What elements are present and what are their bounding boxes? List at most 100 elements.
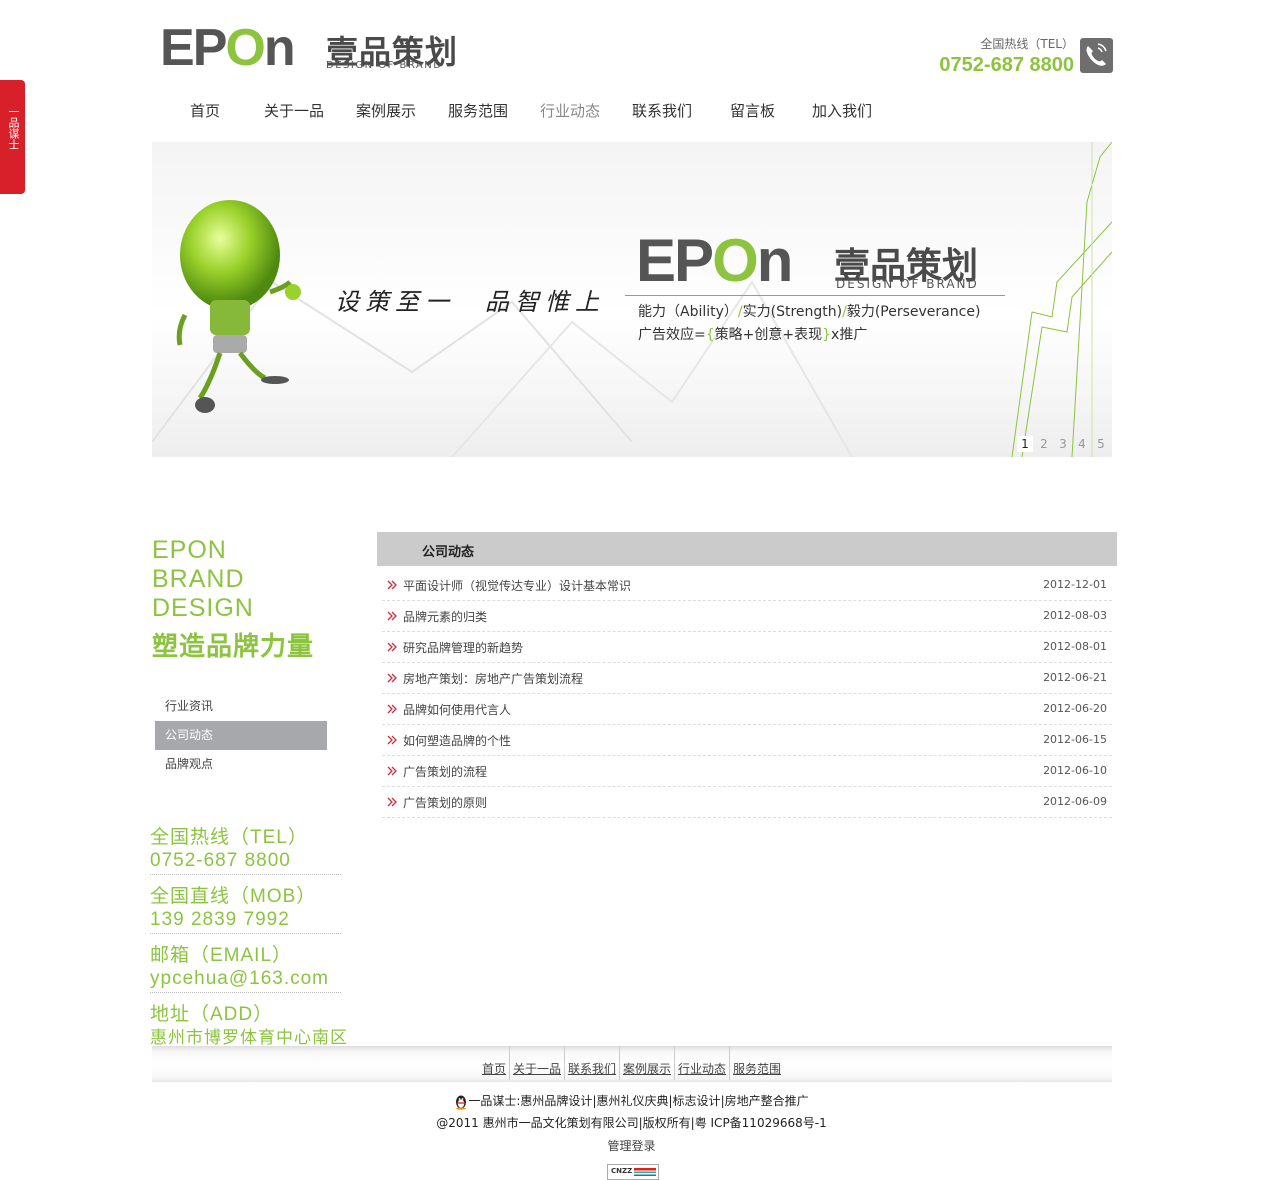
list-item-title[interactable]: 广告策划的原则	[403, 794, 487, 811]
list-item-date: 2012-06-20	[1043, 702, 1107, 715]
banner-logo-mark: EPOn	[636, 227, 793, 294]
phone-icon	[1080, 38, 1113, 73]
brand-tagline-block: EPON BRAND DESIGN 塑造品牌力量	[152, 536, 314, 663]
chevron-right-icon	[387, 704, 397, 714]
list-item-title[interactable]: 广告策划的流程	[403, 763, 487, 780]
list-title: 公司动态	[422, 545, 475, 560]
contact-address: 地址（ADD） 惠州市博罗体育中心南区	[150, 1004, 348, 1047]
chevron-right-icon	[387, 735, 397, 745]
brand-line-brand: BRAND	[152, 565, 245, 593]
contact-email: 邮箱（EMAIL） ypcehua@163.com	[150, 944, 341, 993]
chevron-right-icon	[387, 611, 397, 621]
footer-link-industry[interactable]: 行业动态	[675, 1062, 729, 1076]
footer-seo-links: 一品谋士:惠州品牌设计|惠州礼仪庆典|标志设计|房地产整合推广	[0, 1092, 1263, 1110]
admin-login-link[interactable]: 管理登录	[0, 1137, 1263, 1154]
list-item-date: 2012-12-01	[1043, 578, 1107, 591]
article-list: 平面设计师（视觉传达专业）设计基本常识 2012-12-01 品牌元素的归类 201…	[382, 570, 1112, 818]
list-item[interactable]: 品牌元素的归类 2012-08-03	[382, 601, 1112, 632]
chevron-right-icon	[387, 580, 397, 590]
lightbulb-mascot-icon	[175, 200, 305, 424]
list-item-title[interactable]: 品牌如何使用代言人	[403, 701, 511, 718]
chevron-right-icon	[387, 673, 397, 683]
contact-mob: 全国直线（MOB） 139 2839 7992	[150, 885, 341, 934]
contact-tel: 全国热线（TEL） 0752-687 8800	[150, 826, 341, 875]
subnav-brand-views[interactable]: 品牌观点	[155, 750, 327, 779]
sub-nav: 行业资讯 公司动态 品牌观点	[155, 692, 327, 779]
banner-logo-sub: DESIGN OF BRAND	[836, 277, 979, 291]
brand-line-cn: 塑造品牌力量	[152, 631, 315, 661]
brand-line-epon: EPON	[152, 536, 227, 564]
cnzz-badge[interactable]: CNZZ	[607, 1164, 659, 1180]
list-item[interactable]: 房地产策划：房地产广告策划流程 2012-06-21	[382, 663, 1112, 694]
chevron-down-icon	[7, 246, 17, 265]
footer-copyright: @2011 惠州市一品文化策划有限公司|版权所有|粤 ICP备11029668号…	[436, 1116, 827, 1130]
subnav-industry-info[interactable]: 行业资讯	[155, 692, 327, 721]
footer-link-cases[interactable]: 案例展示	[620, 1062, 674, 1076]
banner-slogan: 设策至一 品智惟上	[335, 288, 605, 316]
hotline-label: 全国热线（TEL）	[980, 37, 1074, 51]
list-item-date: 2012-06-10	[1043, 764, 1107, 777]
list-item-date: 2012-06-21	[1043, 671, 1107, 684]
nav-contact[interactable]: 联系我们	[632, 100, 692, 121]
nav-services[interactable]: 服务范围	[448, 100, 508, 121]
list-item[interactable]: 如何塑造品牌的个性 2012-06-15	[382, 725, 1112, 756]
logo-sub: DESIGN OF BRAND	[326, 60, 443, 71]
chevron-right-icon	[387, 766, 397, 776]
nav-join[interactable]: 加入我们	[812, 100, 872, 121]
chevron-right-icon	[387, 642, 397, 652]
footer-seo-link[interactable]: 惠州礼仪庆典	[596, 1094, 668, 1108]
list-item[interactable]: 品牌如何使用代言人 2012-06-20	[382, 694, 1112, 725]
list-item-title[interactable]: 平面设计师（视觉传达专业）设计基本常识	[403, 577, 631, 594]
footer-seo-link[interactable]: 房地产整合推广	[725, 1094, 809, 1108]
pager-5[interactable]: 5	[1093, 436, 1109, 452]
list-item-title[interactable]: 如何塑造品牌的个性	[403, 732, 511, 749]
nav-industry-news[interactable]: 行业动态	[540, 100, 600, 121]
footer-seo-link[interactable]: 惠州品牌设计	[520, 1094, 592, 1108]
nav-about[interactable]: 关于一品	[264, 100, 324, 121]
cnzz-badge-label: CNZZ	[611, 1167, 633, 1175]
banner-pager: 12345	[1017, 433, 1112, 452]
subnav-company-news[interactable]: 公司动态	[155, 721, 327, 750]
banner-logo: EPOn 壹品策划 DESIGN OF BRAND	[636, 227, 978, 294]
list-item[interactable]: 广告策划的流程 2012-06-10	[382, 756, 1112, 787]
contact-info: 全国热线（TEL） 0752-687 8800 全国直线（MOB） 139 28…	[150, 826, 348, 1061]
nav-cases[interactable]: 案例展示	[356, 100, 416, 121]
banner-divider	[625, 295, 1005, 296]
header-hotline: 全国热线（TEL） 0752-687 8800	[939, 35, 1074, 77]
footer-seo-label[interactable]: 一品谋士	[468, 1094, 516, 1108]
site-logo[interactable]: EPOn 壹品策划 DESIGN OF BRAND	[160, 19, 457, 77]
side-tab-label: 一品谋士	[7, 106, 20, 150]
logo-mark: EPOn	[160, 19, 296, 77]
side-consult-tab[interactable]: 一品谋士	[0, 80, 25, 259]
qq-penguin-icon[interactable]	[454, 1094, 468, 1110]
nav-home[interactable]: 首页	[190, 100, 220, 121]
list-header: 公司动态	[377, 532, 1117, 566]
footer-link-home[interactable]: 首页	[479, 1062, 509, 1076]
list-item-date: 2012-06-15	[1043, 733, 1107, 746]
footer-link-services[interactable]: 服务范围	[730, 1062, 784, 1076]
list-item-title[interactable]: 品牌元素的归类	[403, 608, 487, 625]
footer-link-about[interactable]: 关于一品	[510, 1062, 564, 1076]
list-item-date: 2012-08-01	[1043, 640, 1107, 653]
pager-4[interactable]: 4	[1074, 436, 1090, 452]
footer-link-contact[interactable]: 联系我们	[565, 1062, 619, 1076]
list-item-title[interactable]: 房地产策划：房地产广告策划流程	[403, 670, 583, 687]
list-item-date: 2012-06-09	[1043, 795, 1107, 808]
footer-seo-link[interactable]: 标志设计	[673, 1094, 721, 1108]
hotline-number: 0752-687 8800	[939, 54, 1074, 76]
list-item-date: 2012-08-03	[1043, 609, 1107, 622]
list-item[interactable]: 广告策划的原则 2012-06-09	[382, 787, 1112, 818]
brand-line-design: DESIGN	[152, 594, 254, 622]
cnzz-bars-icon	[634, 1168, 656, 1176]
footer-links: 首页 关于一品 联系我们 案例展示 行业动态 服务范围	[0, 1046, 1263, 1080]
list-item-title[interactable]: 研究品牌管理的新趋势	[403, 639, 523, 656]
list-item[interactable]: 平面设计师（视觉传达专业）设计基本常识 2012-12-01	[382, 570, 1112, 601]
pager-1[interactable]: 1	[1017, 436, 1033, 452]
pager-2[interactable]: 2	[1036, 436, 1052, 452]
chevron-right-icon	[387, 797, 397, 807]
list-item[interactable]: 研究品牌管理的新趋势 2012-08-01	[382, 632, 1112, 663]
banner-tagline-1: 能力（Ability）/实力(Strength)/毅力(Perseverance…	[638, 304, 981, 320]
nav-guestbook[interactable]: 留言板	[730, 100, 775, 121]
banner-tagline-2: 广告效应={策略+创意+表现}x推广	[638, 327, 868, 343]
pager-3[interactable]: 3	[1055, 436, 1071, 452]
